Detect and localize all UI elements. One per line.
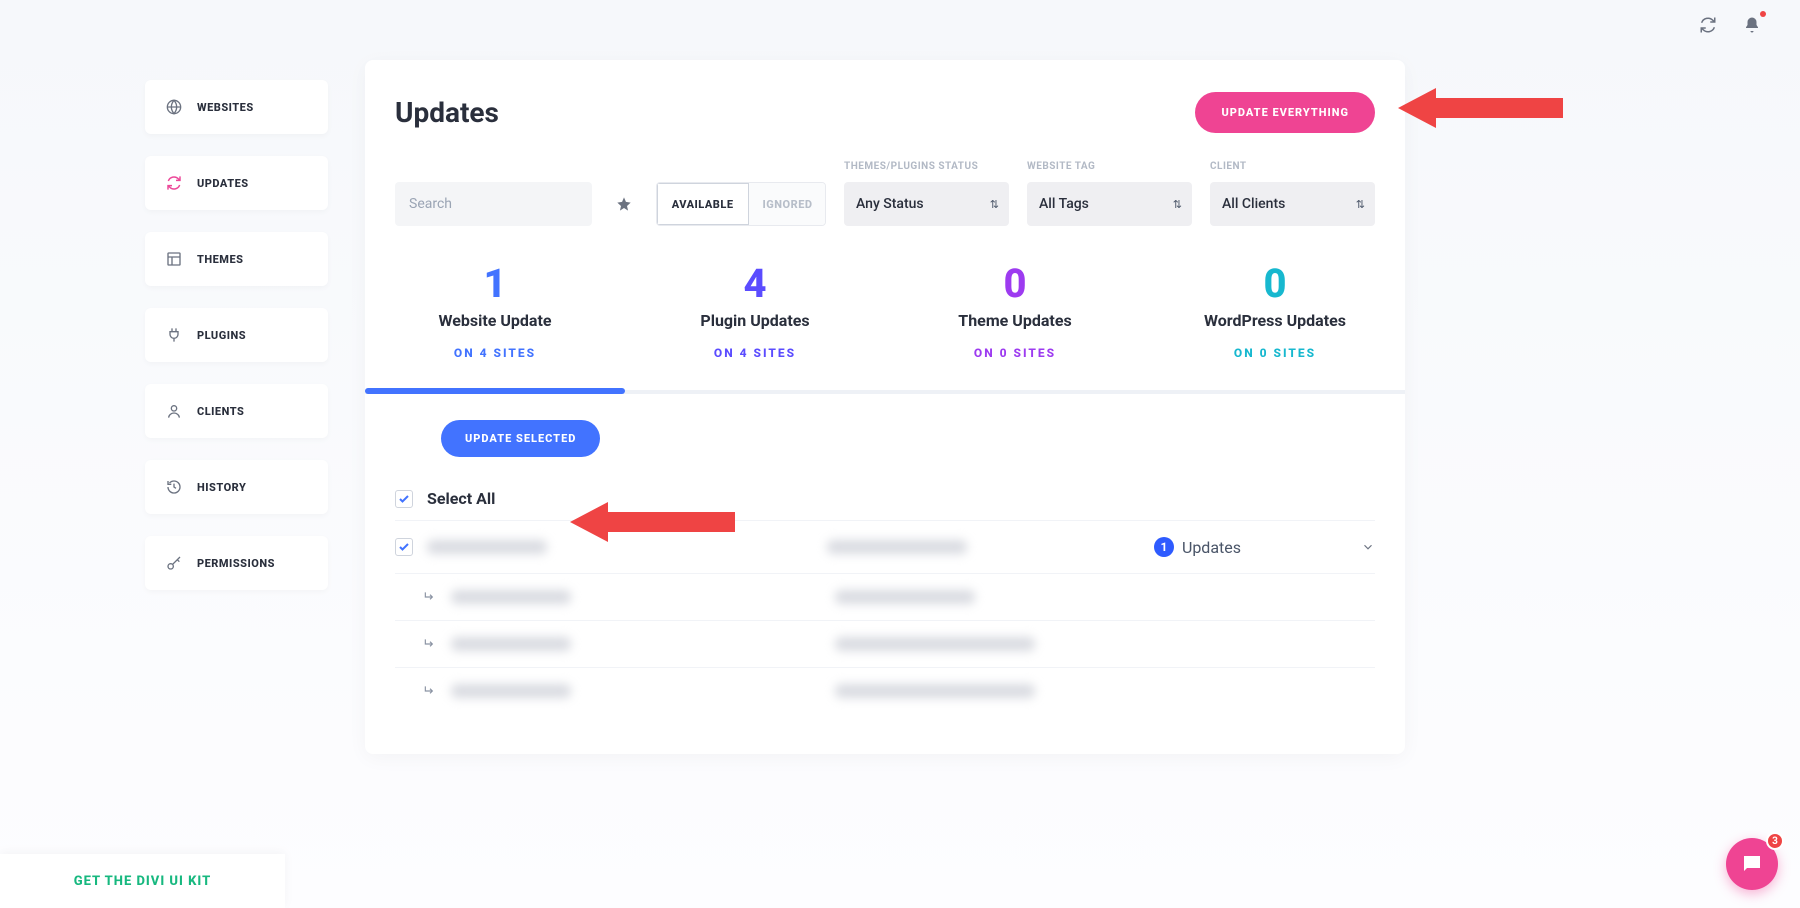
filter-themes-plugins: THEMES/PLUGINS STATUS Any Status — [844, 161, 1009, 226]
stat-subtitle: ON 0 SITES — [1155, 346, 1395, 360]
sidebar-item-themes[interactable]: THEMES — [145, 232, 328, 286]
stat-title: Plugin Updates — [635, 311, 875, 330]
sidebar-item-clients[interactable]: CLIENTS — [145, 384, 328, 438]
sub-arrow-icon — [423, 637, 437, 651]
updates-indicator: 1 Updates — [1154, 537, 1241, 557]
favorite-filter-icon[interactable] — [610, 182, 638, 226]
updates-list: Select All 1 Updates — [365, 467, 1405, 754]
filter-website-tag: WEBSITE TAG All Tags — [1027, 161, 1192, 226]
item-row[interactable] — [395, 620, 1375, 667]
availability-segment: AVAILABLE IGNORED — [656, 182, 826, 226]
chat-badge: 3 — [1766, 832, 1784, 850]
sidebar-item-label: PLUGINS — [197, 329, 246, 342]
item-row[interactable] — [395, 667, 1375, 714]
stat-website-updates[interactable]: 1 Website Update ON 4 SITES — [365, 242, 625, 390]
stat-subtitle: ON 4 SITES — [635, 346, 875, 360]
topbar — [0, 0, 1800, 50]
select-value: Any Status — [856, 196, 924, 212]
page-title: Updates — [395, 96, 499, 129]
sub-arrow-icon — [423, 684, 437, 698]
globe-icon — [165, 98, 183, 116]
update-selected-button[interactable]: UPDATE SELECTED — [441, 420, 600, 457]
sidebar-item-history[interactable]: HISTORY — [145, 460, 328, 514]
stats-row: 1 Website Update ON 4 SITES 4 Plugin Upd… — [365, 242, 1405, 394]
sub-arrow-icon — [423, 590, 437, 604]
select-all-row: Select All — [395, 477, 1375, 520]
stat-subtitle: ON 4 SITES — [375, 346, 615, 360]
action-bar: UPDATE SELECTED — [365, 394, 1405, 467]
refresh-icon — [165, 174, 183, 192]
stat-title: Website Update — [375, 311, 615, 330]
select-value: All Tags — [1039, 196, 1089, 212]
filter-row: AVAILABLE IGNORED THEMES/PLUGINS STATUS … — [365, 161, 1405, 242]
sidebar-item-label: PERMISSIONS — [197, 557, 275, 570]
annotation-arrow — [1398, 82, 1563, 134]
key-icon — [165, 554, 183, 572]
notification-dot — [1760, 11, 1766, 17]
stat-theme-updates[interactable]: 0 Theme Updates ON 0 SITES — [885, 242, 1145, 390]
updates-count-badge: 1 — [1154, 537, 1174, 557]
website-tag-select[interactable]: All Tags — [1027, 182, 1192, 226]
row-checkbox[interactable] — [395, 538, 413, 556]
sidebar-item-label: WEBSITES — [197, 101, 254, 114]
select-all-label: Select All — [427, 489, 495, 508]
sidebar-item-label: UPDATES — [197, 177, 249, 190]
themes-plugins-select[interactable]: Any Status — [844, 182, 1009, 226]
stat-count: 0 — [895, 260, 1135, 307]
chevron-down-icon[interactable] — [1361, 540, 1375, 554]
site-url-redacted — [827, 540, 967, 554]
item-name-redacted — [451, 590, 571, 604]
chat-launcher[interactable]: 3 — [1726, 838, 1778, 890]
update-everything-button[interactable]: UPDATE EVERYTHING — [1195, 92, 1375, 133]
sidebar: WEBSITES UPDATES THEMES PLUGINS CLIENTS … — [145, 80, 328, 612]
history-icon — [165, 478, 183, 496]
filter-label: THEMES/PLUGINS STATUS — [844, 161, 1009, 172]
updates-text: Updates — [1182, 538, 1241, 557]
user-icon — [165, 402, 183, 420]
main-panel: Updates UPDATE EVERYTHING AVAILABLE IGNO… — [365, 60, 1405, 754]
client-select[interactable]: All Clients — [1210, 182, 1375, 226]
stat-count: 1 — [375, 260, 615, 307]
sidebar-item-permissions[interactable]: PERMISSIONS — [145, 536, 328, 590]
sidebar-item-websites[interactable]: WEBSITES — [145, 80, 328, 134]
select-value: All Clients — [1222, 196, 1285, 212]
plug-icon — [165, 326, 183, 344]
sidebar-item-updates[interactable]: UPDATES — [145, 156, 328, 210]
filter-label: WEBSITE TAG — [1027, 161, 1192, 172]
segment-ignored[interactable]: IGNORED — [749, 183, 827, 225]
stat-wordpress-updates[interactable]: 0 WordPress Updates ON 0 SITES — [1145, 242, 1405, 390]
segment-available[interactable]: AVAILABLE — [657, 183, 749, 225]
item-detail-redacted — [835, 684, 1035, 698]
select-all-checkbox[interactable] — [395, 490, 413, 508]
item-detail-redacted — [835, 590, 975, 604]
site-row[interactable]: 1 Updates — [395, 520, 1375, 573]
stat-title: Theme Updates — [895, 311, 1135, 330]
item-name-redacted — [451, 637, 571, 651]
site-name-redacted — [427, 540, 547, 554]
stat-subtitle: ON 0 SITES — [895, 346, 1135, 360]
layout-icon — [165, 250, 183, 268]
main-header: Updates UPDATE EVERYTHING — [365, 92, 1405, 161]
item-name-redacted — [451, 684, 571, 698]
sidebar-item-plugins[interactable]: PLUGINS — [145, 308, 328, 362]
search-input[interactable] — [395, 182, 592, 226]
item-row[interactable] — [395, 573, 1375, 620]
filter-label: CLIENT — [1210, 161, 1375, 172]
stat-plugin-updates[interactable]: 4 Plugin Updates ON 4 SITES — [625, 242, 885, 390]
stat-count: 4 — [635, 260, 875, 307]
refresh-icon[interactable] — [1696, 13, 1720, 37]
sidebar-item-label: CLIENTS — [197, 405, 244, 418]
stat-count: 0 — [1155, 260, 1395, 307]
item-detail-redacted — [835, 637, 1035, 651]
sidebar-item-label: HISTORY — [197, 481, 246, 494]
filter-client: CLIENT All Clients — [1210, 161, 1375, 226]
stat-title: WordPress Updates — [1155, 311, 1395, 330]
bell-icon[interactable] — [1740, 13, 1764, 37]
footer-banner[interactable]: GET THE DIVI UI KIT — [0, 854, 285, 908]
sidebar-item-label: THEMES — [197, 253, 243, 266]
